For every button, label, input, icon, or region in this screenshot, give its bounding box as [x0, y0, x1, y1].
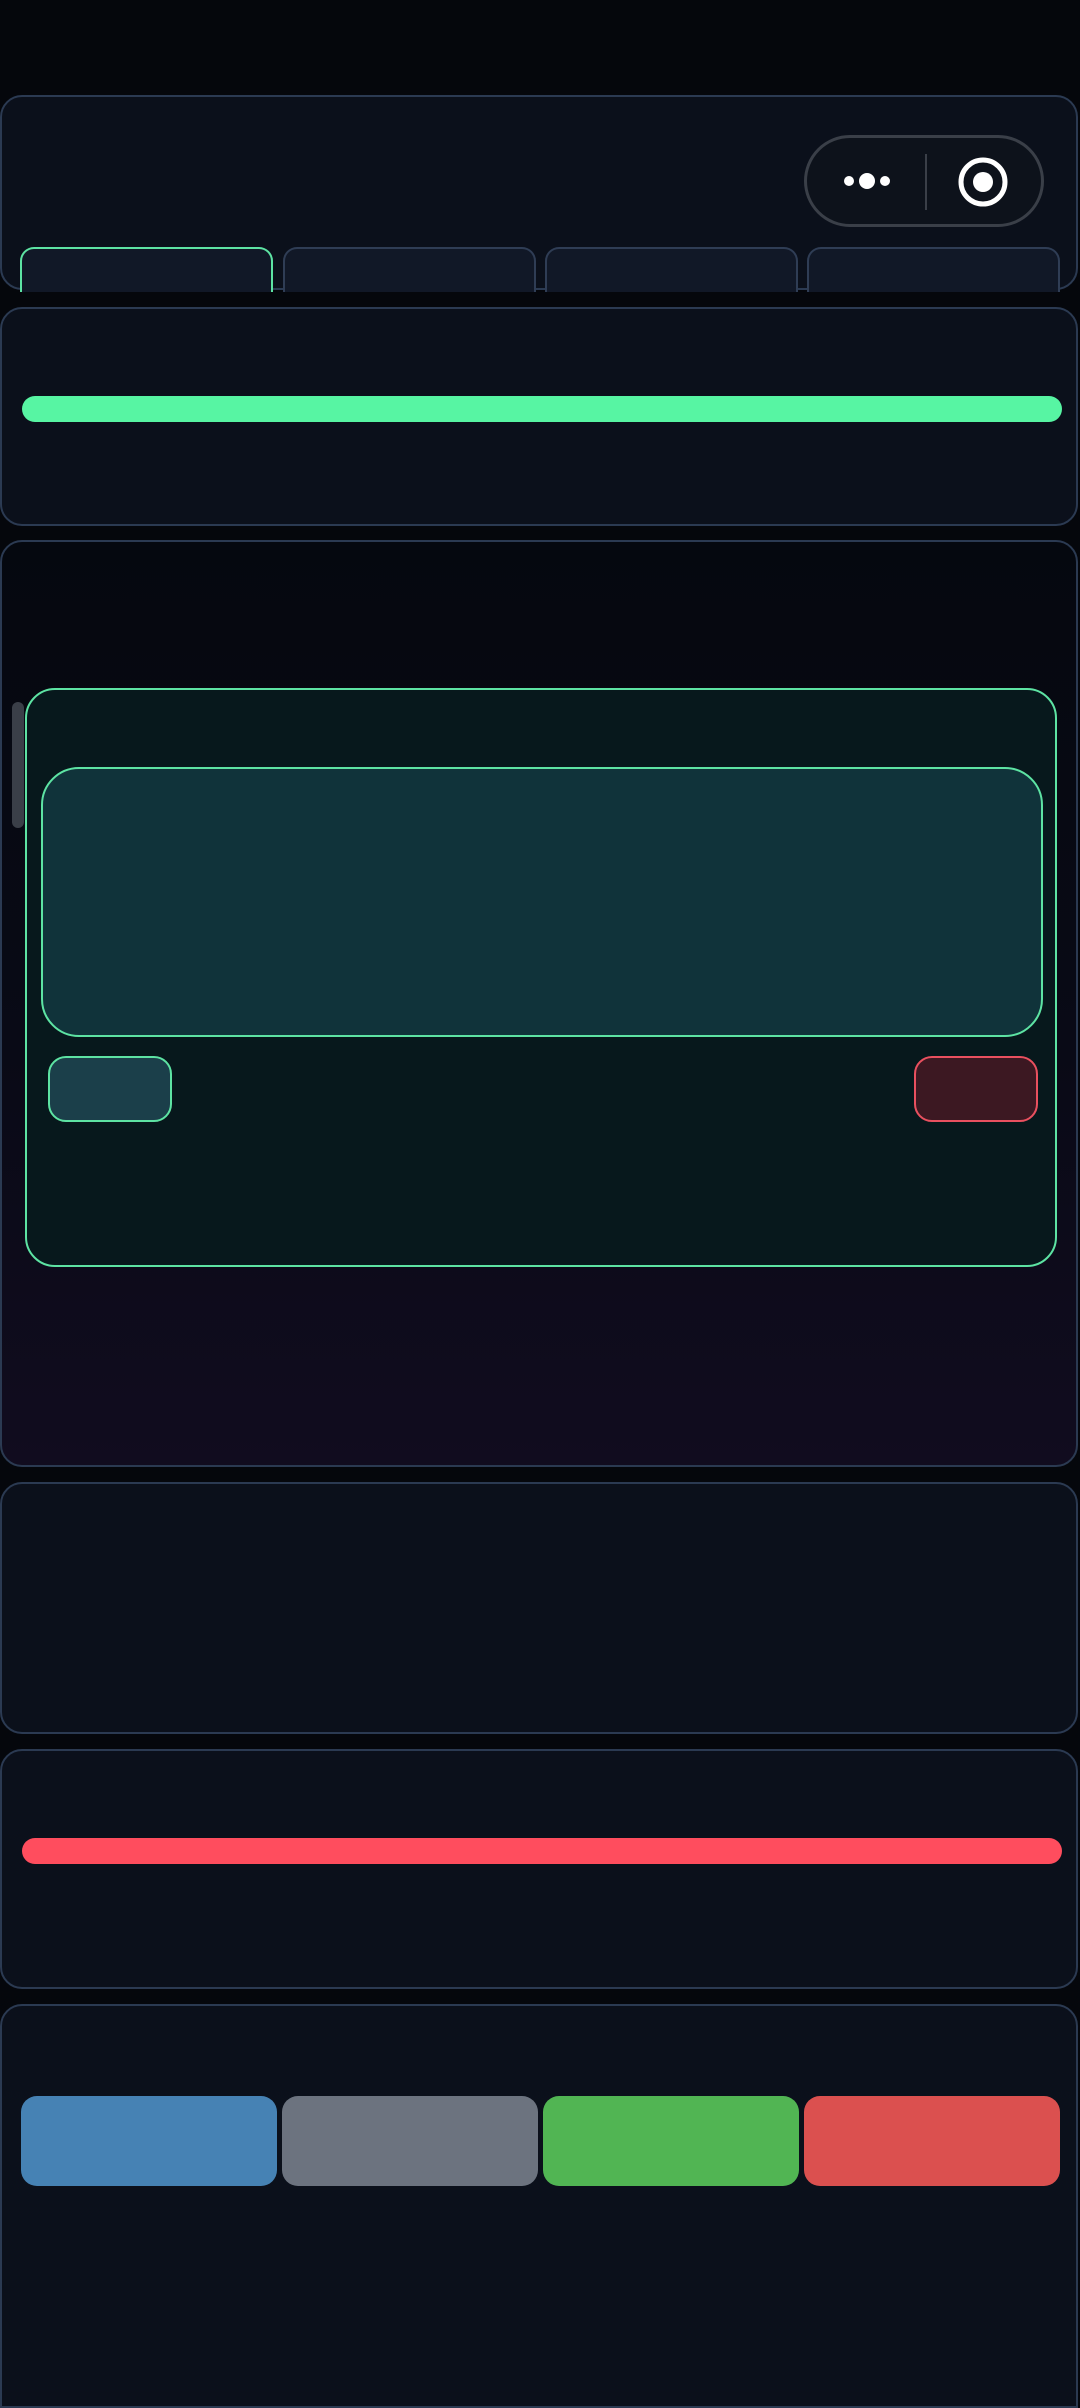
tab-bar — [20, 247, 1062, 292]
action-button-gray[interactable] — [282, 2096, 538, 2186]
action-button-blue[interactable] — [21, 2096, 277, 2186]
action-button-red[interactable] — [804, 2096, 1060, 2186]
tab-4[interactable] — [807, 247, 1060, 292]
delete-button[interactable] — [914, 1056, 1038, 1122]
edit-dialog — [25, 688, 1057, 1267]
tab-2[interactable] — [283, 247, 536, 292]
main-content-panel — [0, 540, 1078, 1467]
progress-bar — [22, 396, 1062, 422]
target-icon[interactable] — [957, 156, 1009, 208]
mini-program-capsule — [804, 135, 1044, 227]
confirm-button[interactable] — [48, 1056, 172, 1122]
capsule-divider — [925, 154, 927, 210]
alert-panel — [0, 1749, 1078, 1989]
action-button-green[interactable] — [543, 2096, 799, 2186]
alert-bar — [22, 1838, 1062, 1864]
header-panel — [0, 95, 1078, 292]
actions-panel — [0, 2004, 1078, 2408]
text-editor-input[interactable] — [41, 767, 1043, 1037]
progress-panel — [0, 307, 1078, 526]
empty-card — [0, 1482, 1078, 1734]
more-dots-icon[interactable] — [837, 138, 897, 224]
app-screen — [0, 0, 1080, 2408]
tab-1[interactable] — [20, 247, 273, 292]
scroll-handle[interactable] — [12, 702, 24, 828]
tab-3[interactable] — [545, 247, 798, 292]
